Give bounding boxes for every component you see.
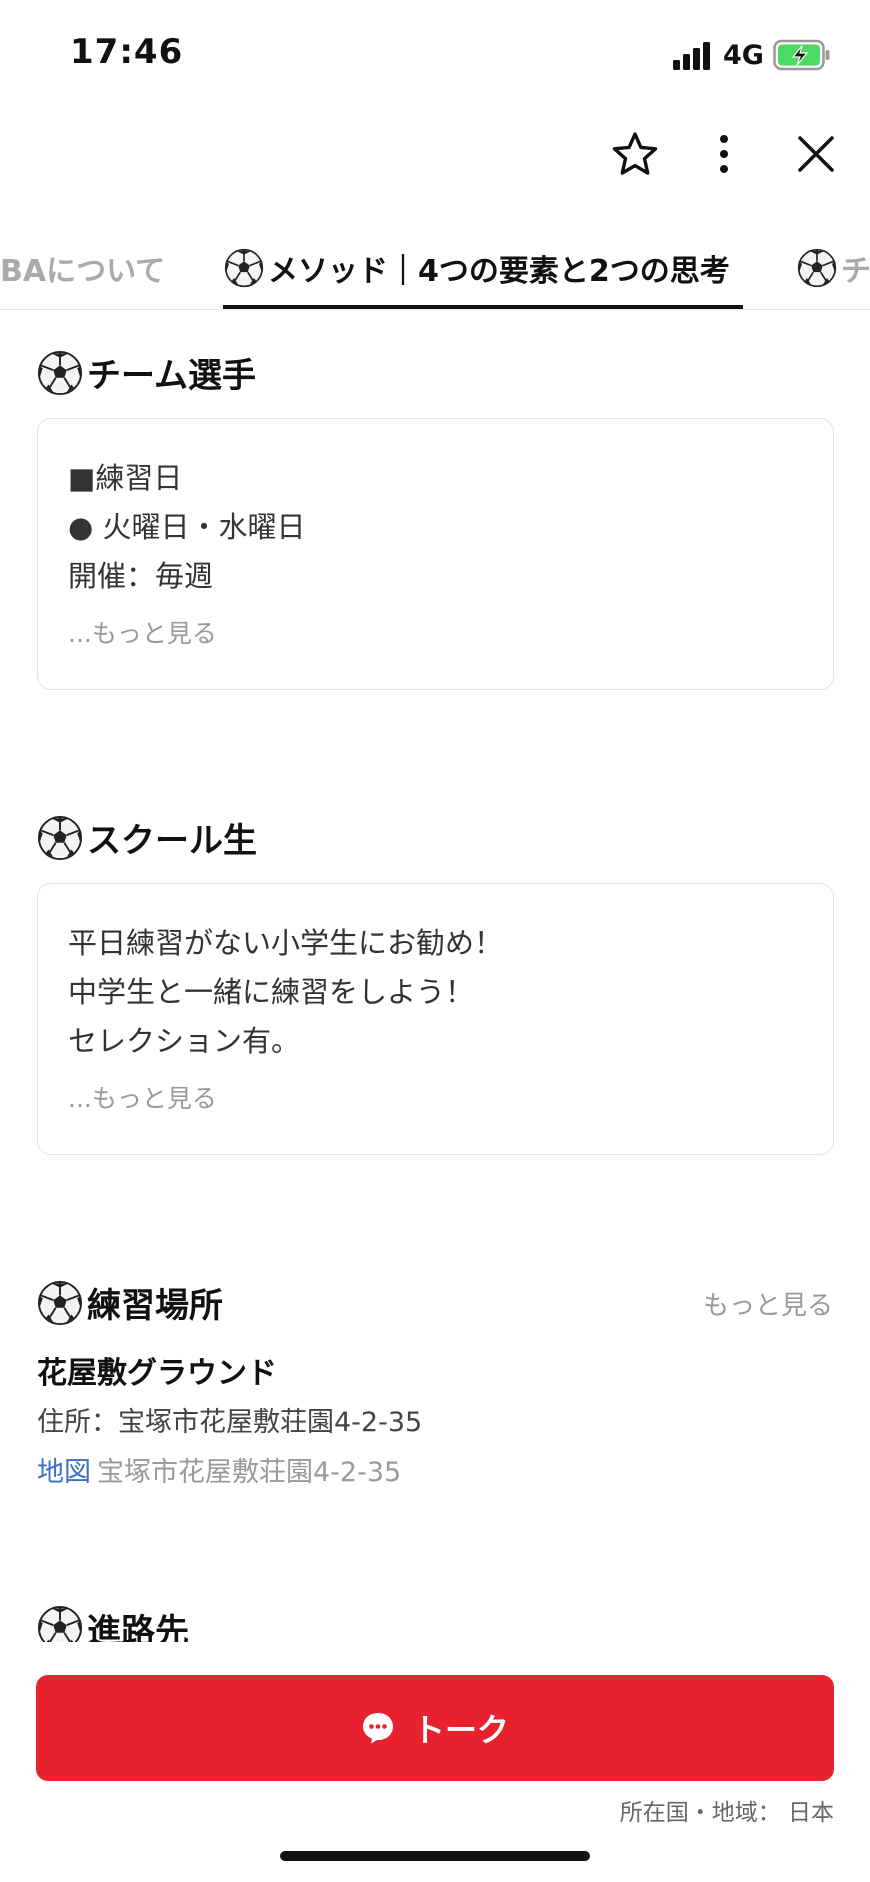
card-line: セレクション有。 [68, 1024, 301, 1058]
more-vertical-icon [720, 135, 728, 173]
place-see-more-link[interactable]: もっと見る [703, 1285, 833, 1322]
country-region-label: 所在国・地域： 日本 [619, 1800, 834, 1826]
tab-about[interactable]: BAについて [0, 225, 166, 309]
section-title-team: チーム選手 [37, 348, 256, 397]
tab-label: BAについて [0, 253, 166, 289]
tab-method[interactable]: メソッド｜4つの要素と2つの思考 [224, 225, 730, 309]
school-card[interactable]: 平日練習がない小学生にお勧め！ 中学生と一緒に練習をしよう！ セレクション有。 … [37, 883, 834, 1155]
soccer-ball-icon [797, 248, 837, 288]
see-more-link[interactable]: ...もっと見る [68, 614, 217, 650]
section-title-text: 進路先 [87, 1612, 189, 1642]
see-more-link[interactable]: ...もっと見る [68, 1079, 217, 1115]
more-options-button[interactable] [689, 119, 759, 189]
place-address: 住所：宝塚市花屋敷荘園4-2-35 [37, 1407, 423, 1438]
soccer-ball-icon [224, 248, 264, 288]
map-link[interactable]: 地図 [37, 1457, 91, 1488]
tab-label: メソッド｜4つの要素と2つの思考 [268, 253, 730, 289]
card-line: 中学生と一緒に練習をしよう！ [68, 975, 475, 1009]
card-line: 平日練習がない小学生にお勧め！ [68, 926, 504, 960]
team-card[interactable]: ■練習日 ● 火曜日・水曜日 開催：毎週 ...もっと見る [37, 418, 834, 690]
tab-next[interactable]: チ [797, 225, 870, 309]
status-time: 17:46 [70, 32, 184, 72]
soccer-ball-icon [37, 1280, 83, 1326]
chat-bubble-icon [362, 1713, 393, 1744]
card-line: ■練習日 [68, 461, 183, 495]
active-tab-indicator [223, 305, 743, 309]
section-title-text: チーム選手 [87, 356, 256, 396]
battery-charging-icon [773, 39, 830, 71]
talk-button[interactable]: トーク [36, 1675, 834, 1781]
soccer-ball-icon [37, 815, 83, 861]
status-bar: 17:46 4G [0, 0, 870, 110]
section-title-school: スクール生 [37, 813, 257, 862]
section-title-place: 練習場所 [37, 1278, 223, 1327]
tab-label: チ [841, 253, 870, 289]
section-title-text: スクール生 [87, 821, 257, 861]
section-title-text: 練習場所 [87, 1286, 223, 1326]
talk-button-label: トーク [412, 1711, 509, 1749]
network-label: 4G [723, 40, 764, 71]
map-address[interactable]: 宝塚市花屋敷荘園4-2-35 [97, 1457, 401, 1488]
section-title-career: 進路先 [37, 1605, 189, 1642]
star-outline-icon [612, 132, 658, 175]
soccer-ball-icon [37, 1605, 83, 1642]
tab-bar: BAについて メソッド｜4つの要素と2つの思考 チ [0, 225, 870, 310]
page: 17:46 4G BAについて メソッド｜4つの要素と2つの思考 チ チーム選手… [0, 0, 870, 1882]
close-icon [798, 136, 834, 172]
card-line: ● 火曜日・水曜日 [68, 510, 306, 544]
soccer-ball-icon [37, 350, 83, 396]
favorite-button[interactable] [600, 119, 670, 189]
home-indicator[interactable] [280, 1851, 590, 1861]
close-button[interactable] [781, 119, 851, 189]
card-line: 開催：毎週 [68, 559, 214, 593]
place-map-row: 地図 宝塚市花屋敷荘園4-2-35 [37, 1450, 401, 1489]
place-name: 花屋敷グラウンド [37, 1356, 277, 1391]
signal-icon [673, 42, 710, 70]
